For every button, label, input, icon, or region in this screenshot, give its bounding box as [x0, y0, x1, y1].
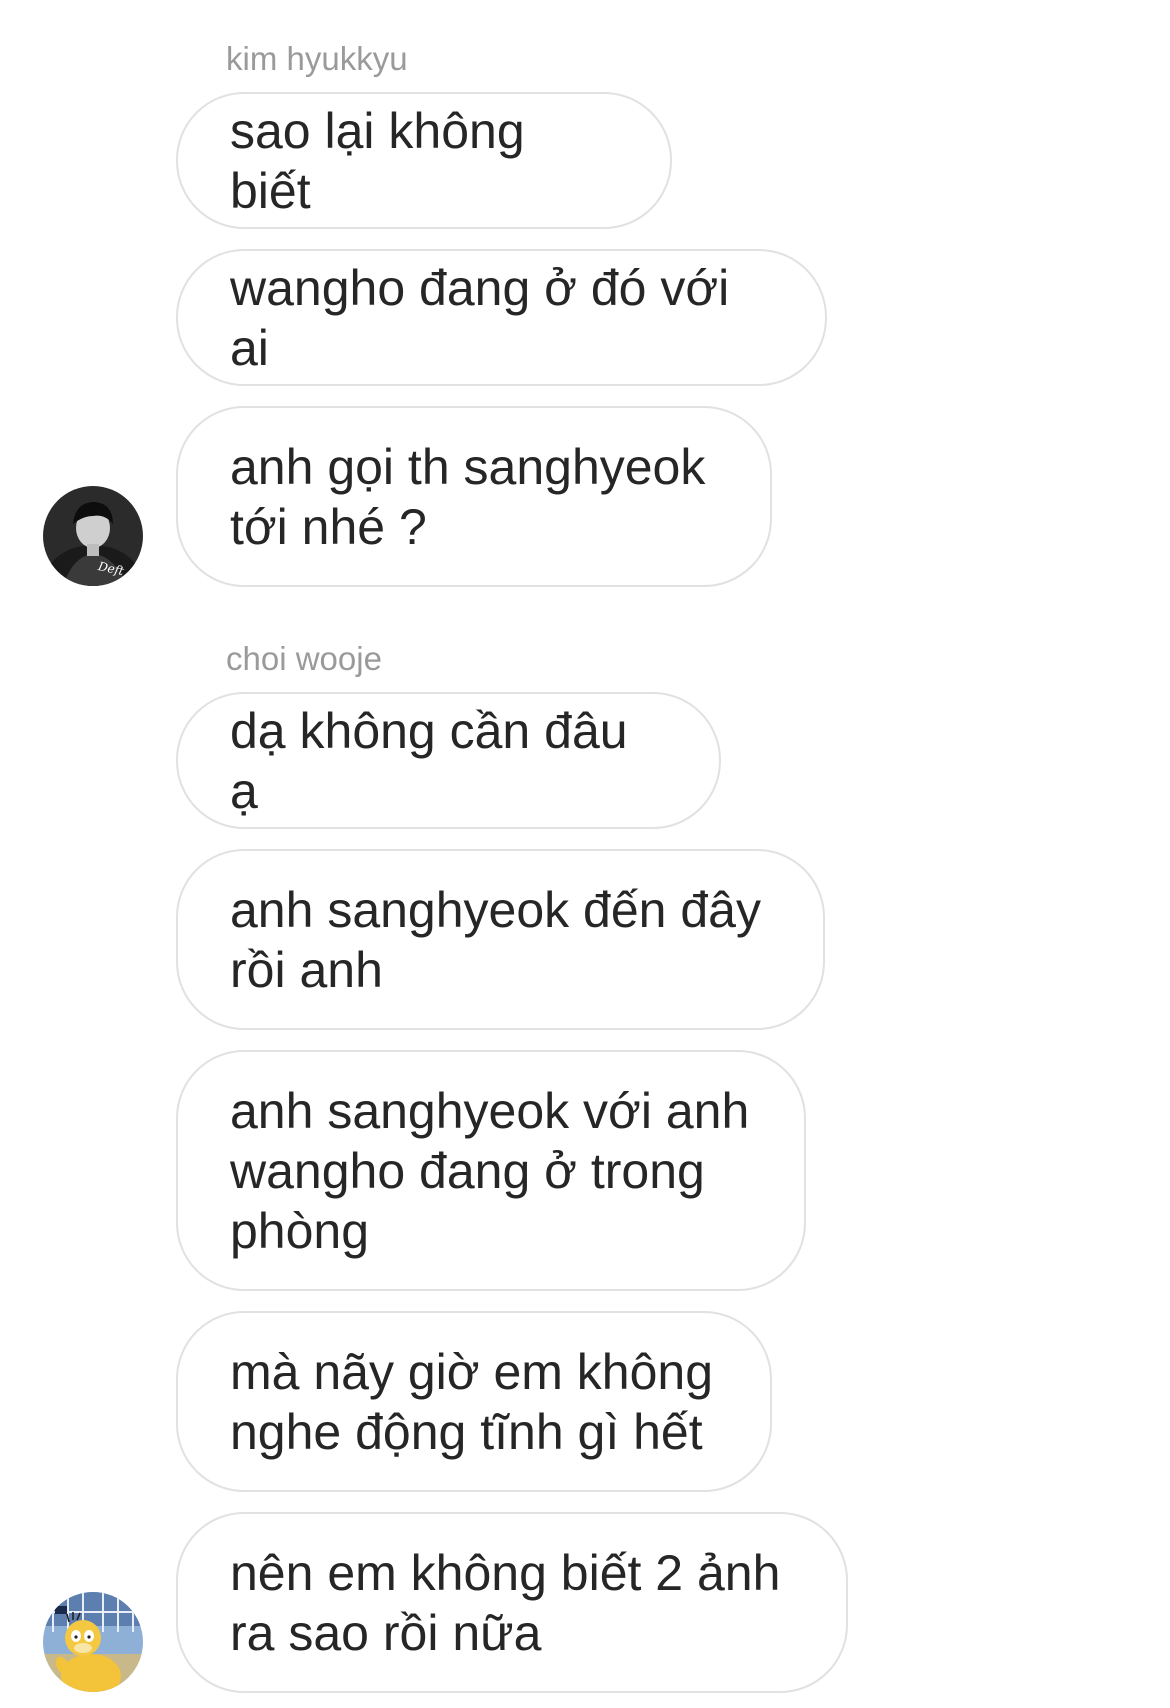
message-text: wangho đang ở đó với ai [230, 259, 730, 376]
message-bubble[interactable]: anh sanghyeok với anh wangho đang ở tron… [176, 1050, 806, 1291]
message-bubble[interactable]: sao lại không biết [176, 92, 672, 229]
message-bubble[interactable]: anh gọi th sanghyeok tới nhé ? [176, 406, 772, 587]
message-text: mà nãy giờ em không nghe động tĩnh gì hế… [230, 1343, 714, 1460]
message-bubble[interactable]: mà nãy giờ em không nghe động tĩnh gì hế… [176, 1311, 772, 1492]
message-text: anh sanghyeok đến đây rồi anh [230, 881, 761, 998]
profile-photo-psyduck-icon [43, 1592, 143, 1692]
message-text: anh gọi th sanghyeok tới nhé ? [230, 438, 706, 555]
message-text: anh sanghyeok với anh wangho đang ở tron… [230, 1082, 750, 1259]
sender-name: choi wooje [226, 640, 382, 677]
message-bubble[interactable]: wangho đang ở đó với ai [176, 249, 827, 386]
profile-photo-deft-icon: Deft [43, 486, 143, 586]
message-bubble[interactable]: anh sanghyeok đến đây rồi anh [176, 849, 825, 1030]
avatar[interactable] [43, 1592, 143, 1692]
message-bubble[interactable]: nên em không biết 2 ảnh ra sao rồi nữa [176, 1512, 848, 1693]
message-text: sao lại không biết [230, 102, 525, 219]
message-bubble[interactable]: dạ không cần đâu ạ [176, 692, 721, 829]
avatar[interactable]: Deft [43, 486, 143, 586]
message-text: dạ không cần đâu ạ [230, 702, 628, 819]
message-text: nên em không biết 2 ảnh ra sao rồi nữa [230, 1544, 781, 1661]
sender-name: kim hyukkyu [226, 40, 408, 77]
